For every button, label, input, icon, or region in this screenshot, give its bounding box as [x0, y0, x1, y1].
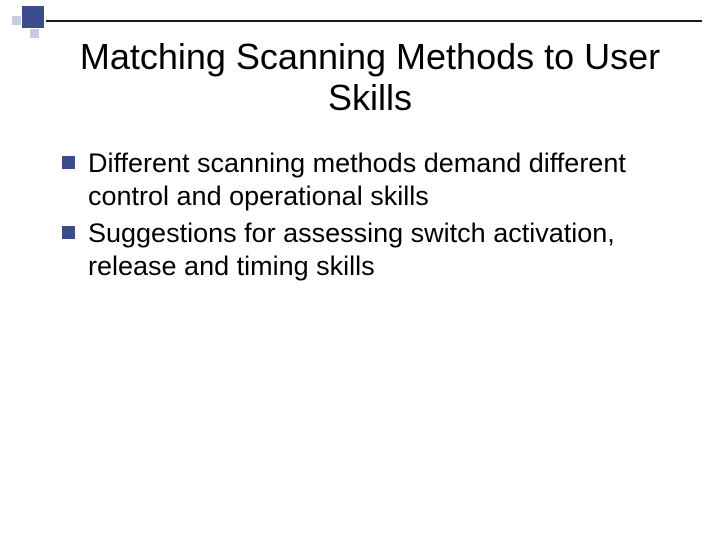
bullet-text: Suggestions for assessing switch activat… — [88, 218, 615, 281]
slide-content: Matching Scanning Methods to User Skills… — [60, 36, 680, 287]
bullet-icon — [62, 226, 75, 239]
bullet-list: Different scanning methods demand differ… — [60, 147, 680, 283]
accent-square-small — [12, 16, 21, 25]
slide-title: Matching Scanning Methods to User Skills — [60, 36, 680, 119]
list-item: Suggestions for assessing switch activat… — [62, 217, 680, 283]
horizontal-rule — [46, 20, 702, 22]
bullet-icon — [62, 156, 75, 169]
bullet-text: Different scanning methods demand differ… — [88, 148, 626, 211]
accent-square-small — [30, 29, 39, 38]
list-item: Different scanning methods demand differ… — [62, 147, 680, 213]
accent-square-large — [22, 6, 44, 28]
